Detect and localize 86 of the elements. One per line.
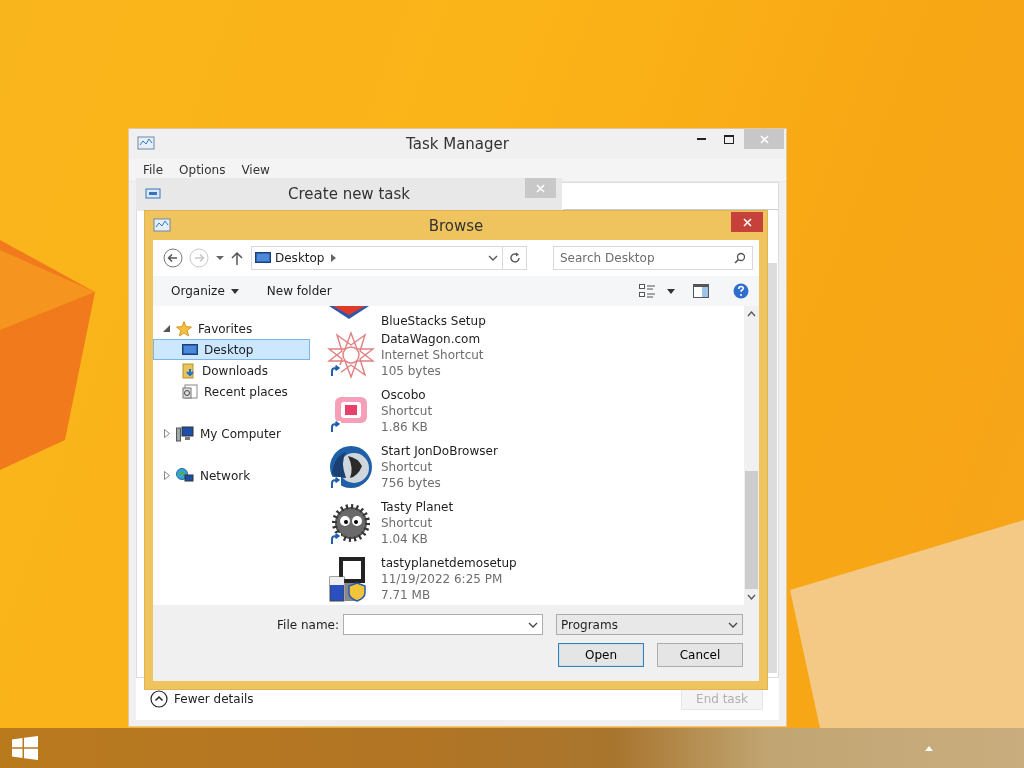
scroll-thumb[interactable] [745,471,758,589]
desktop-icon [255,252,271,264]
search-icon [734,252,746,264]
file-name-field[interactable] [343,614,543,635]
expanded-caret-icon[interactable] [163,324,171,333]
start-button-icon[interactable] [12,736,38,760]
task-manager-icon [153,217,171,234]
address-bar[interactable]: Desktop [251,246,527,270]
menu-item[interactable]: View [235,163,276,177]
menu-item[interactable]: File [137,163,170,177]
scroll-down-icon[interactable] [747,594,756,600]
desktop-entry[interactable]: DataWagon.com Internet Shortcut 105 bytes [327,331,744,387]
fewer-details-link[interactable]: Fewer details [174,692,254,706]
task-manager-icon [137,136,155,152]
file-name-label: File name: [277,617,339,632]
file-name: BlueStacks Setup [381,313,486,329]
recent-places-icon [182,383,198,400]
organize-menu-button[interactable]: Organize [165,282,245,300]
star-icon [176,320,192,337]
tree-item[interactable]: My Computer [175,423,282,444]
menu-item[interactable]: Options [173,163,232,177]
desktop-entry[interactable]: Tasty Planet Shortcut 1.04 KB [327,499,744,555]
file-name: Oscobo [381,387,427,403]
file-name: DataWagon.com [381,331,482,347]
tree-item[interactable]: Network [175,465,252,486]
address-text: Desktop [275,251,325,265]
maximize-icon [724,134,734,144]
file-detail: Internet Shortcut [381,347,484,363]
file-detail: Shortcut [381,403,433,419]
history-dropdown-button[interactable] [215,255,225,261]
layered-diamond-icon [327,306,371,320]
caret-icon [230,288,239,294]
back-button[interactable] [163,248,183,268]
globe-silhouette-icon [328,444,374,490]
desktop-icon [182,343,198,356]
open-button[interactable]: Open [558,643,644,667]
refresh-icon [508,252,521,264]
close-icon [536,183,545,193]
network-globe-icon [176,467,194,484]
file-detail: 7.71 MB [381,587,432,603]
cancel-button[interactable]: Cancel [657,643,743,667]
desktop-entry[interactable]: Start JonDoBrowser Shortcut 756 bytes [327,443,744,499]
tree-item[interactable]: Recent places [153,381,310,402]
computer-icon [176,425,194,442]
close-icon [742,217,752,227]
minimize-icon [696,138,706,140]
file-detail: 11/19/2022 6:25 PM [381,571,504,587]
dialog-title: Browse [428,216,484,235]
dialog-title: Create new task [288,185,410,203]
window-title: Task Manager [406,135,509,153]
chevron-down-icon [528,621,538,628]
file-detail: 756 bytes [381,475,442,491]
collapsed-caret-icon[interactable] [163,471,171,480]
chevron-right-icon [330,254,336,262]
file-detail: 105 bytes [381,363,442,379]
view-options-icon[interactable] [639,284,655,298]
help-icon[interactable] [733,283,749,299]
file-detail: 1.04 KB [381,531,429,547]
file-name: Tasty Planet [381,499,454,515]
desktop-entry[interactable]: BlueStacks Setup [327,306,744,331]
close-button[interactable] [731,212,763,232]
collapse-circle-icon[interactable] [150,690,168,708]
file-detail: Shortcut [381,515,434,531]
scroll-up-icon[interactable] [747,311,756,317]
file-name: Start JonDoBrowser [381,443,498,459]
up-button[interactable] [231,251,243,265]
file-detail: Shortcut [381,459,434,475]
preview-pane-icon[interactable] [693,284,709,298]
collapsed-caret-icon[interactable] [163,429,171,438]
tree-item[interactable]: Downloads [153,360,310,381]
run-icon [144,188,162,200]
new-folder-button[interactable]: New folder [260,282,338,300]
chevron-down-icon [728,621,738,628]
caret-icon[interactable] [667,288,675,294]
star-pattern-icon [327,331,375,379]
tree-item[interactable]: Desktop [153,339,310,360]
desktop-entry[interactable]: tastyplanetdemosetup 11/19/2022 6:25 PM 7.71 MB [327,555,744,605]
close-icon [759,134,769,144]
file-name: tastyplanetdemosetup [381,555,517,571]
file-detail: 1.86 KB [381,419,429,435]
file-type-dropdown[interactable]: Programs [556,614,743,635]
desktop-entry[interactable]: Oscobo Shortcut 1.86 KB [327,387,744,443]
folder-download-icon [182,362,196,379]
search-field[interactable]: Search Desktop [553,246,753,270]
tree-item[interactable]: Favorites [175,318,254,339]
chevron-down-icon[interactable] [488,255,498,261]
